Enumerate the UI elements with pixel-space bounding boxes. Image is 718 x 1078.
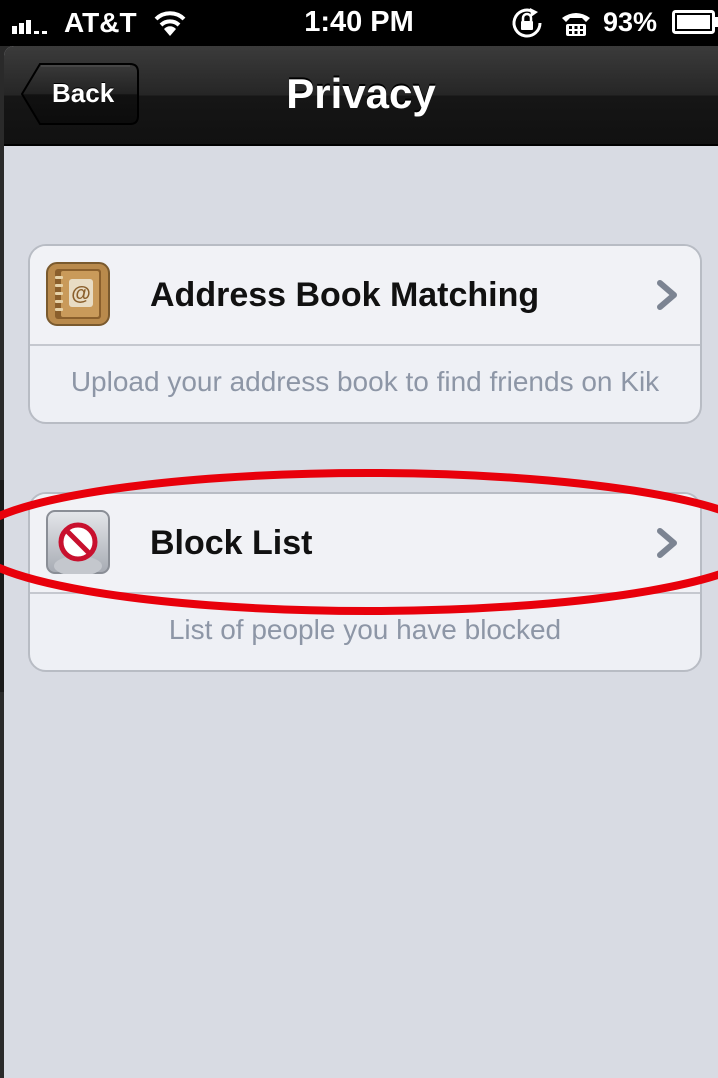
block-list-row[interactable]: Block List [30,494,700,594]
svg-text:@: @ [71,283,91,305]
navigation-bar: Back Privacy [4,46,718,146]
block-list-group: Block List List of people you have block… [28,492,702,672]
block-list-label: Block List [150,524,313,562]
block-list-description: List of people you have blocked [168,614,562,645]
address-book-description: Upload your address book to find friends… [70,366,660,397]
chevron-right-icon [657,528,677,558]
page-title: Privacy [286,70,436,117]
status-bar: AT&T 1:40 PM 93% [0,0,718,46]
privacy-screen: Back Privacy @ Address Book Matching Upl… [4,46,718,1078]
battery-icon [672,10,718,34]
rotation-lock-icon [512,8,542,38]
address-book-group: @ Address Book Matching Upload your addr… [28,244,702,424]
address-book-matching-label: Address Book Matching [150,276,540,314]
block-icon [46,510,110,574]
chevron-right-icon [657,280,677,310]
address-book-matching-row[interactable]: @ Address Book Matching [30,246,700,346]
address-book-icon: @ [46,262,110,326]
tty-icon [562,13,590,36]
battery-percent: 93% [603,7,658,37]
